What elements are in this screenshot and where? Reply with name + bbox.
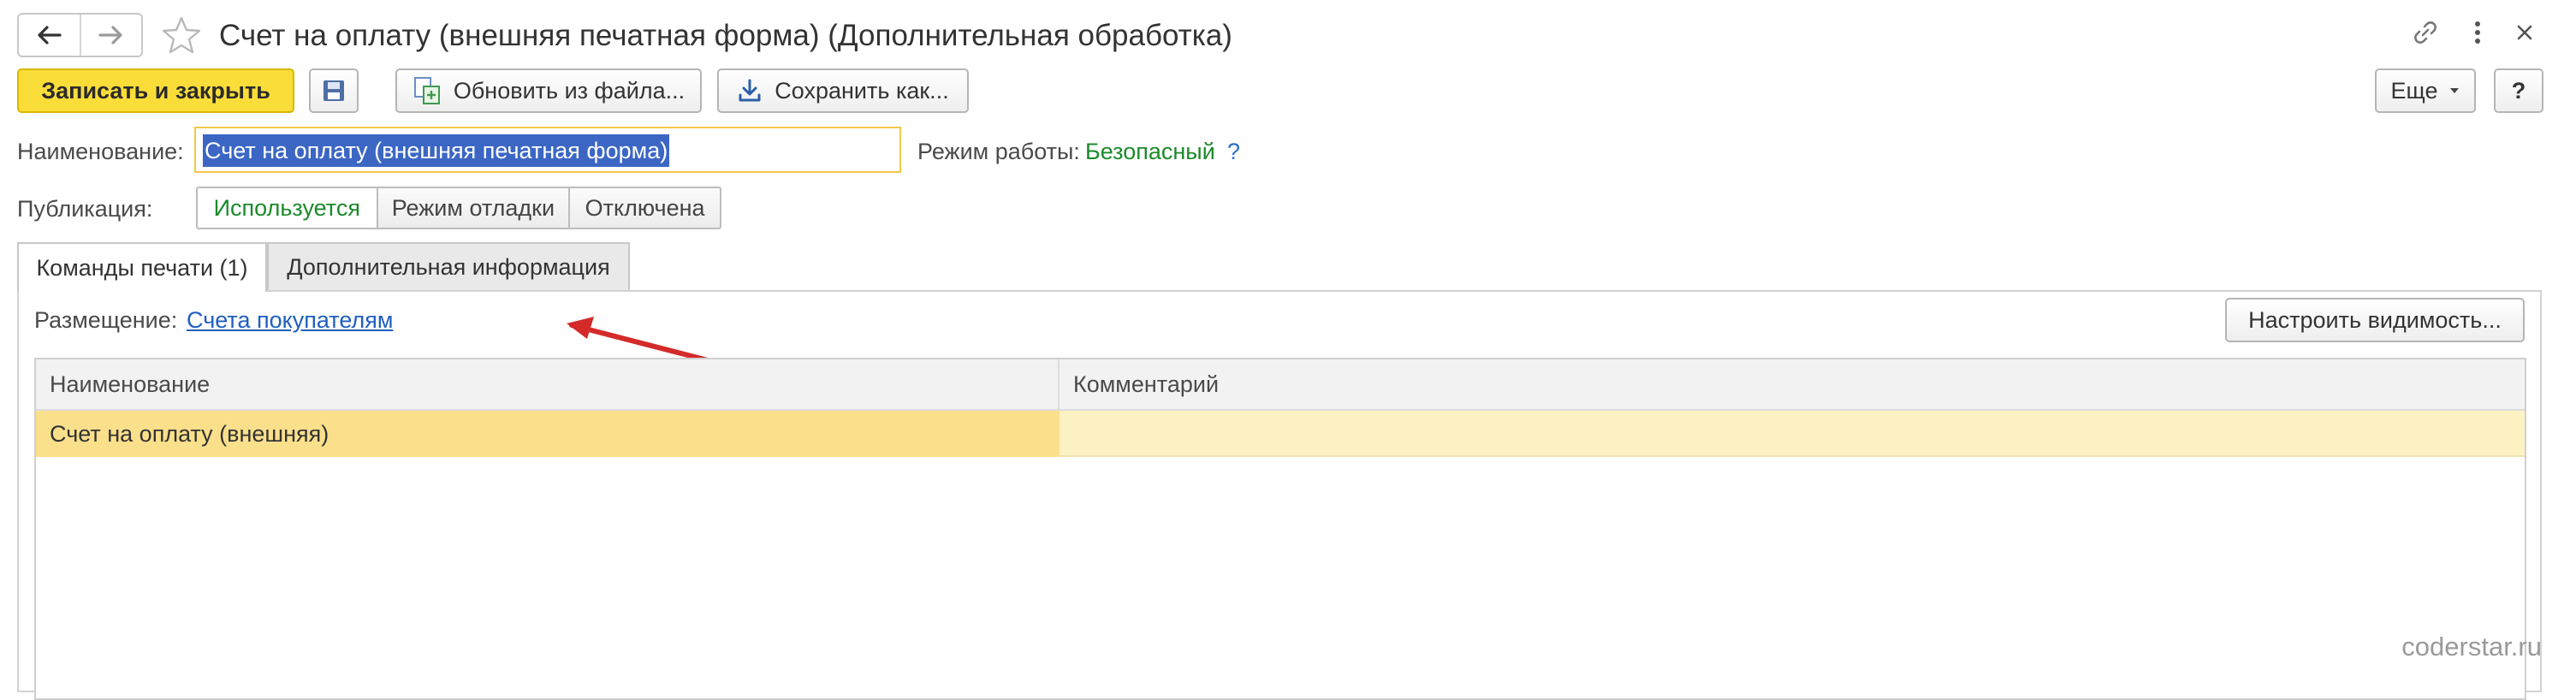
download-icon: [737, 78, 763, 104]
update-from-file-button[interactable]: Обновить из файла...: [395, 68, 702, 113]
publication-option-used[interactable]: Используется: [198, 188, 377, 228]
publication-option-disabled[interactable]: Отключена: [568, 188, 720, 228]
column-header-name[interactable]: Наименование: [36, 359, 1059, 409]
publication-label: Публикация:: [17, 196, 153, 222]
placement-link[interactable]: Счета покупателям: [187, 303, 393, 337]
column-header-comment[interactable]: Комментарий: [1059, 359, 2525, 409]
close-button[interactable]: [2506, 14, 2543, 51]
link-icon: [2414, 21, 2437, 44]
save-as-button[interactable]: Сохранить как...: [717, 68, 969, 113]
floppy-disk-icon: [323, 80, 344, 101]
name-field-value: Счет на оплату (внешняя печатная форма): [203, 134, 670, 167]
close-icon: [2517, 25, 2532, 40]
forward-button[interactable]: [79, 15, 142, 56]
arrow-right-icon: [98, 26, 122, 44]
more-menu-label: Еще: [2390, 77, 2438, 104]
watermark: coderstar.ru: [2401, 632, 2542, 661]
cell-comment[interactable]: [1059, 411, 2525, 457]
save-and-close-button[interactable]: Записать и закрыть: [17, 68, 294, 113]
arrow-left-icon: [38, 26, 62, 44]
update-from-file-icon: [413, 76, 442, 105]
publication-switch: Используется Режим отладки Отключена: [196, 187, 721, 229]
more-menu-button[interactable]: Еще: [2375, 68, 2476, 113]
mode-label: Режим работы:: [917, 139, 1080, 164]
save-as-label: Сохранить как...: [775, 77, 949, 104]
link-button[interactable]: [2407, 14, 2444, 51]
history-nav: [17, 13, 143, 57]
chevron-down-icon: [2450, 88, 2460, 93]
print-commands-table: Наименование Комментарий Счет на оплату …: [34, 358, 2526, 700]
name-label: Наименование:: [17, 139, 184, 164]
more-actions-button[interactable]: [2459, 14, 2496, 51]
favorite-star-button[interactable]: [161, 15, 202, 59]
placement-label: Размещение:: [34, 307, 178, 333]
cell-name[interactable]: Счет на оплату (внешняя): [36, 411, 1059, 457]
help-button[interactable]: ?: [2494, 68, 2543, 113]
more-vertical-icon: [2475, 21, 2480, 44]
publication-option-debug[interactable]: Режим отладки: [376, 188, 569, 228]
configure-visibility-button[interactable]: Настроить видимость...: [2225, 298, 2525, 342]
tab-additional-info[interactable]: Дополнительная информация: [267, 242, 630, 290]
tab-print-commands[interactable]: Команды печати (1): [17, 242, 267, 292]
name-field[interactable]: Счет на оплату (внешняя печатная форма): [194, 127, 901, 173]
star-icon: [162, 16, 201, 54]
back-button[interactable]: [19, 15, 80, 56]
table-row[interactable]: Счет на оплату (внешняя): [36, 411, 2525, 457]
save-button[interactable]: [309, 68, 359, 113]
mode-help-link[interactable]: ?: [1227, 135, 1240, 168]
table-header: Наименование Комментарий: [36, 359, 2525, 411]
mode-value: Безопасный: [1085, 139, 1215, 164]
window-title: Счет на оплату (внешняя печатная форма) …: [219, 19, 1232, 52]
update-from-file-label: Обновить из файла...: [453, 77, 686, 104]
